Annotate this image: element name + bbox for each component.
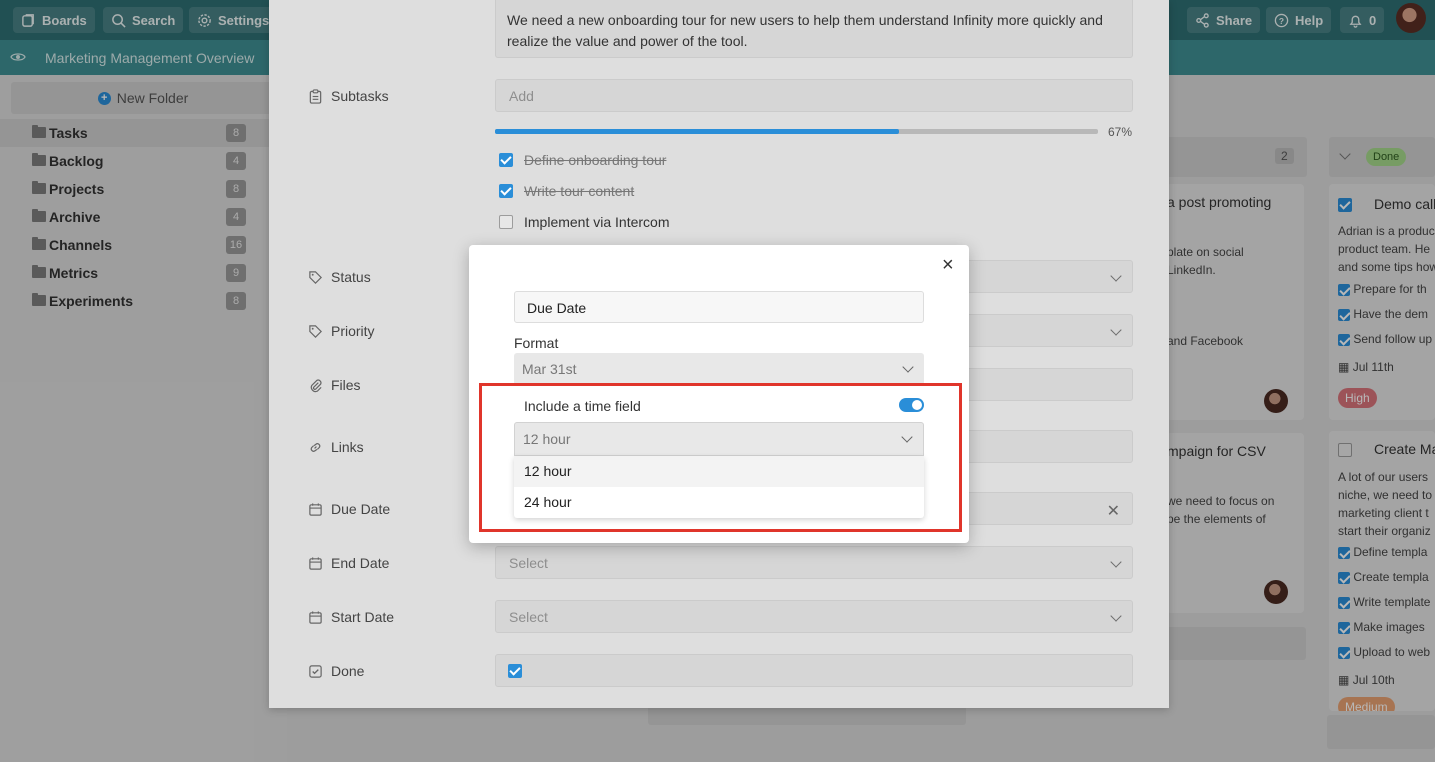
calendar-icon xyxy=(309,610,322,624)
end-date-label: End Date xyxy=(308,555,389,571)
subtask-item[interactable]: Implement via Intercom xyxy=(499,214,670,230)
checkbox-icon xyxy=(309,664,322,678)
clipboard-icon xyxy=(309,88,322,104)
files-label: Files xyxy=(308,377,361,393)
subtask-item[interactable]: Write tour content xyxy=(499,183,634,199)
progress-percent: 67% xyxy=(1108,125,1133,139)
add-subtask-input[interactable]: Add xyxy=(495,79,1133,112)
clear-icon[interactable]: ✕ xyxy=(1107,501,1120,521)
highlight-annotation xyxy=(479,383,962,532)
tag-icon xyxy=(309,270,322,284)
chevron-down-icon xyxy=(1110,324,1122,336)
description-field[interactable]: We need a new onboarding tour for new us… xyxy=(495,0,1133,58)
calendar-icon xyxy=(309,502,322,516)
chevron-down-icon xyxy=(1110,270,1122,282)
chevron-down-icon xyxy=(1110,610,1122,622)
date-format-select[interactable]: Mar 31st xyxy=(514,353,924,385)
done-checkbox[interactable] xyxy=(508,664,522,678)
start-date-select[interactable]: Select xyxy=(495,600,1133,633)
start-date-label: Start Date xyxy=(308,609,394,625)
calendar-icon xyxy=(309,556,322,570)
links-label: Links xyxy=(308,439,364,455)
tag-icon xyxy=(309,324,322,338)
close-icon[interactable]: × xyxy=(942,255,954,275)
paperclip-icon xyxy=(310,378,322,392)
status-label: Status xyxy=(308,269,371,285)
subtask-checkbox[interactable] xyxy=(499,184,513,198)
subtasks-label: Subtasks xyxy=(308,88,389,104)
subtask-checkbox[interactable] xyxy=(499,153,513,167)
format-label: Format xyxy=(514,335,559,351)
progress-fill xyxy=(495,129,899,134)
field-name-input[interactable]: Due Date xyxy=(514,291,924,323)
subtask-progress-bar xyxy=(495,129,1098,134)
priority-label: Priority xyxy=(308,323,375,339)
end-date-select[interactable]: Select xyxy=(495,546,1133,579)
link-icon xyxy=(310,442,321,452)
subtask-checkbox[interactable] xyxy=(499,215,513,229)
due-date-label: Due Date xyxy=(308,501,390,517)
chevron-down-icon xyxy=(902,361,914,373)
chevron-down-icon xyxy=(1110,556,1122,568)
done-label: Done xyxy=(308,663,364,679)
subtask-item[interactable]: Define onboarding tour xyxy=(499,152,666,168)
done-field xyxy=(495,654,1133,687)
